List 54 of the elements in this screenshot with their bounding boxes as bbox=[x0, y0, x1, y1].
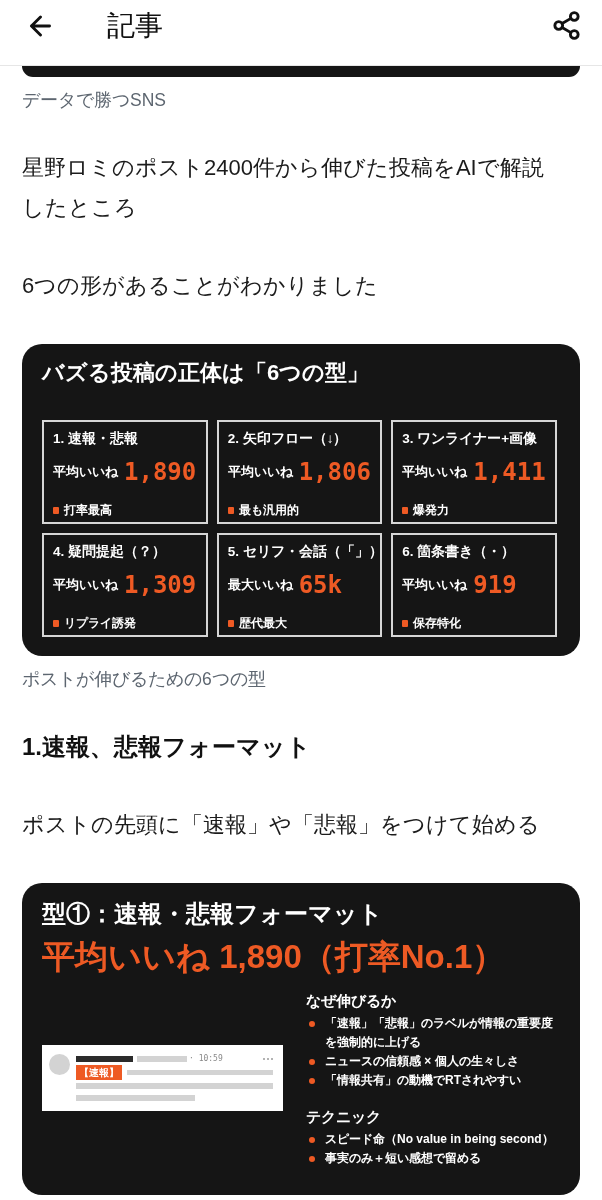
paragraph-text: ポストの先頭に「速報」や「悲報」をつけて始める bbox=[22, 811, 541, 839]
note-text: 爆発力 bbox=[413, 502, 450, 518]
news-tag: 【速報】 bbox=[76, 1065, 122, 1080]
metric-label: 平均いいね bbox=[402, 463, 468, 481]
section-heading: 1.速報、悲報フォーマット bbox=[22, 732, 312, 762]
note-text: 歴代最大 bbox=[238, 615, 287, 631]
type-label: 6. 箇条書き（・） bbox=[402, 543, 517, 561]
paragraph-text: 星野ロミのポスト2400件から伸びた投稿をAIで解説したところ bbox=[22, 154, 545, 222]
post-time: · 10:59 bbox=[189, 1054, 223, 1064]
bullet-square-icon bbox=[227, 619, 234, 627]
metric-label: 平均いいね bbox=[402, 576, 468, 594]
section-title: なぜ伸びるか bbox=[306, 991, 397, 1011]
note-text: 最も汎用的 bbox=[238, 502, 299, 518]
note-text: 打率最高 bbox=[64, 502, 112, 518]
metric-label: 平均いいね bbox=[227, 463, 293, 481]
bullet-square-icon bbox=[53, 619, 59, 627]
metric-label: 最大いいね bbox=[227, 576, 293, 594]
type-label: 2. 矢印フロー（↓） bbox=[227, 430, 349, 448]
note-text: 保存特化 bbox=[413, 615, 462, 631]
metric-label: 平均いいね bbox=[53, 576, 118, 594]
metric-value: 919 bbox=[473, 570, 517, 600]
metric-value: 65k bbox=[298, 570, 342, 600]
type-label: 5. セリフ・会話（「」） bbox=[227, 543, 381, 561]
metric-value: 1,806 bbox=[298, 457, 371, 487]
slide-highlight: 平均いいね 1,890（打率No.1） bbox=[42, 937, 507, 977]
bullet-text: スピード命（No value in being second） bbox=[325, 1131, 555, 1148]
metric-value: 1,411 bbox=[473, 457, 546, 487]
bullet-text: ニュースの信頼感 × 個人の生々しさ bbox=[325, 1053, 520, 1070]
metric-value: 1,890 bbox=[124, 457, 197, 487]
bullet-text: 「速報」「悲報」のラベルが情報の重要度を強制的に上げる bbox=[325, 1015, 554, 1051]
bullet-square-icon bbox=[402, 619, 409, 627]
type-label: 3. ワンライナー+画像 bbox=[402, 430, 539, 448]
paragraph-text: 6つの形があることがわかりました bbox=[22, 272, 380, 300]
bullet-text: 「情報共有」の動機でRTされやすい bbox=[325, 1072, 522, 1089]
bullet-text: 事実のみ＋短い感想で留める bbox=[325, 1150, 482, 1167]
name-bar bbox=[76, 1056, 133, 1062]
page-title: 記事 bbox=[107, 8, 163, 43]
metric-label: 平均いいね bbox=[53, 463, 118, 481]
section-title: テクニック bbox=[306, 1107, 382, 1127]
type-label: 1. 速報・悲報 bbox=[53, 430, 139, 448]
bullet-square-icon bbox=[402, 506, 409, 514]
avatar-placeholder bbox=[49, 1054, 70, 1075]
share-icon[interactable] bbox=[553, 11, 580, 40]
back-arrow-icon[interactable] bbox=[29, 14, 52, 37]
image-caption: データで勝つSNS bbox=[22, 90, 167, 110]
metric-value: 1,309 bbox=[124, 570, 197, 600]
image-caption: ポストが伸びるための6つの型 bbox=[22, 669, 267, 689]
bullet-square-icon bbox=[227, 506, 234, 514]
handle-bar bbox=[137, 1056, 187, 1062]
type-label: 4. 疑問提起（？） bbox=[53, 543, 167, 561]
slide-title: バズる投稿の正体は「6つの型」 bbox=[42, 359, 371, 387]
slide-title: 型①：速報・悲報フォーマット bbox=[42, 899, 384, 929]
note-text: リプライ誘発 bbox=[64, 615, 136, 631]
bullet-square-icon bbox=[53, 506, 59, 514]
